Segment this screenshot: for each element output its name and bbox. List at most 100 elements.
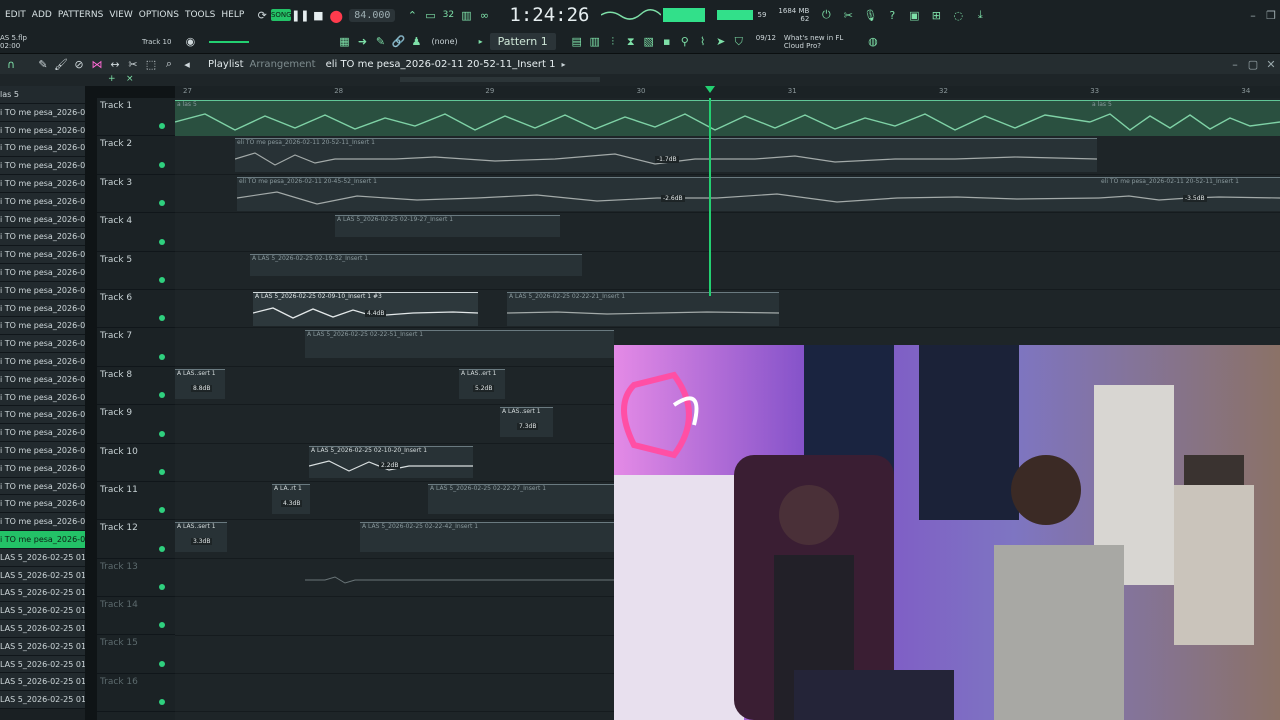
pattern-item[interactable]: i TO me pesa_2026-02-...	[0, 406, 85, 425]
tempo-display[interactable]: 84.000	[349, 8, 396, 22]
paint-tool-icon[interactable]: 🖌	[52, 55, 70, 73]
pattern-item[interactable]: i TO me pesa_2026-02-...	[0, 299, 85, 318]
audio-clip[interactable]: eli TO me pesa_2026-02-11 20-45-52_Inser…	[237, 176, 1099, 211]
master-pitch-slider[interactable]	[209, 40, 250, 43]
countdown-icon[interactable]: 32	[439, 6, 457, 24]
pattern-item[interactable]: LAS 5_2026-02-25 01-...	[0, 602, 85, 620]
audio-clip[interactable]: A LAS..sert 1	[175, 368, 225, 399]
track-header[interactable]: Track 3	[97, 175, 175, 214]
track-mute-led[interactable]	[159, 238, 165, 245]
pattern-item[interactable]: i TO me pesa_2026-02-...	[0, 192, 85, 211]
track-header[interactable]: Track 6	[97, 290, 175, 329]
audio-clip[interactable]: a las 5	[175, 100, 1090, 136]
pattern-item[interactable]: i TO me pesa_2026-02-...	[0, 513, 85, 531]
stamp-icon[interactable]: ♟	[407, 33, 425, 51]
pattern-item[interactable]: LAS 5_2026-02-25 01-...	[0, 548, 85, 567]
mute-tool-icon[interactable]: ⋈	[88, 55, 106, 73]
link-icon[interactable]: 🔗	[389, 33, 407, 51]
help-icon[interactable]: ?	[883, 6, 901, 24]
loop-record-icon[interactable]: ▥	[457, 6, 475, 24]
pattern-item[interactable]: LAS 5_2026-02-25 01-...	[0, 566, 85, 585]
pattern-item[interactable]: las 5	[0, 86, 85, 104]
slip-tool-icon[interactable]: ↔	[106, 55, 124, 73]
timeline-ruler[interactable]: 27 28 29 30 31 32 33 34	[175, 86, 1280, 98]
pattern-item[interactable]: i TO me pesa_2026-02-...	[0, 441, 85, 460]
arrow-right-icon[interactable]: ▸	[472, 33, 490, 51]
track-header[interactable]: Track 16	[97, 674, 175, 713]
plugin-picker-icon[interactable]: ▪	[658, 33, 676, 51]
audio-clip[interactable]: A LAS 5_2026-02-25 02-22-21_Insert 1	[507, 292, 779, 326]
magnet-icon[interactable]: ∩	[2, 55, 20, 73]
menu-view[interactable]: VIEW	[108, 10, 133, 20]
track-mute-led[interactable]	[159, 468, 165, 475]
wait-input-icon[interactable]: ▭	[421, 6, 439, 24]
audio-clip[interactable]: A LAS 5_2026-02-25 02-19-32_Insert 1	[250, 253, 582, 276]
track-header[interactable]: Track 2	[97, 136, 175, 175]
pencil-icon[interactable]: ✎	[371, 33, 389, 51]
browser-icon[interactable]: ▧	[640, 33, 658, 51]
pattern-item[interactable]: i TO me pesa_2026-02-...	[0, 210, 85, 229]
add-track-icon[interactable]: +	[108, 74, 116, 84]
mic-icon[interactable]: 🎙	[861, 6, 879, 24]
piano-icon[interactable]: ▦	[335, 33, 353, 51]
arrow-icon[interactable]: ➤	[712, 33, 730, 51]
pattern-item[interactable]: LAS 5_2026-02-25 01-...	[0, 619, 85, 638]
playhead-line[interactable]	[709, 98, 711, 296]
pattern-item[interactable]: i TO me pesa_2026-02-...	[0, 424, 85, 442]
pause-button[interactable]: ❚❚	[291, 6, 309, 24]
pattern-item[interactable]: LAS 5_2026-02-25 01-...	[0, 691, 85, 709]
minimize-icon[interactable]: –	[1244, 6, 1262, 24]
pattern-selector[interactable]: Pattern 1	[489, 33, 556, 50]
menu-options[interactable]: OPTIONS	[138, 10, 180, 20]
audio-clip[interactable]: eli TO me pesa_2026-02-11 20-52-11_Inser…	[1099, 176, 1280, 211]
pattern-item[interactable]: i TO me pesa_2026-02-...	[0, 157, 85, 175]
pin-icon[interactable]: ⚲	[676, 33, 694, 51]
track-mute-led[interactable]	[159, 392, 165, 399]
audio-clip[interactable]: A LAS..sert 1	[500, 407, 553, 438]
slice-tool-icon[interactable]: ✂	[124, 55, 142, 73]
zoom-tool-icon[interactable]: ⌕	[160, 55, 178, 73]
metronome-icon[interactable]: ⌃	[403, 6, 421, 24]
track-mute-led[interactable]	[159, 315, 165, 322]
track-header[interactable]: Track 15	[97, 635, 175, 674]
menu-tools[interactable]: TOOLS	[184, 10, 216, 20]
overview-scroll[interactable]	[400, 77, 600, 82]
channel-rack-icon[interactable]: ▥	[586, 33, 604, 51]
pattern-item[interactable]: LAS 5_2026-02-25 01-...	[0, 637, 85, 656]
pattern-item[interactable]: i TO me pesa_2026-02-...	[0, 530, 85, 549]
pattern-item[interactable]: i TO me pesa_2026-02-...	[0, 139, 85, 158]
pattern-item[interactable]: i TO me pesa_2026-02-...	[0, 459, 85, 478]
menu-help[interactable]: HELP	[220, 10, 245, 20]
track-mute-led[interactable]	[159, 161, 165, 168]
track-mute-led[interactable]	[159, 276, 165, 283]
mixer-sliders-icon[interactable]: ⧗	[622, 33, 640, 51]
news-text[interactable]: What's new in FL Cloud Pro?	[784, 34, 844, 50]
pattern-item[interactable]: i TO me pesa_2026-02-...	[0, 370, 85, 389]
track-header[interactable]: Track 9	[97, 405, 175, 444]
track-mute-led[interactable]	[159, 622, 165, 629]
track-mute-led[interactable]	[159, 699, 165, 706]
master-volume-knob[interactable]: ◉	[181, 33, 199, 51]
track-mute-led[interactable]	[159, 430, 165, 437]
pattern-item[interactable]: LAS 5_2026-02-25 01-...	[0, 655, 85, 674]
pattern-item[interactable]: i TO me pesa_2026-02-...	[0, 263, 85, 282]
track-header[interactable]: Track 5	[97, 252, 175, 290]
pattern-item[interactable]: i TO me pesa_2026-02-...	[0, 174, 85, 193]
playlist-close-icon[interactable]: ✕	[1262, 55, 1280, 73]
track-mute-led[interactable]	[159, 123, 165, 130]
pattern-item[interactable]: i TO me pesa_2026-02-...	[0, 317, 85, 336]
playhead-marker[interactable]	[705, 86, 715, 93]
download-icon[interactable]: ⤓	[971, 6, 989, 24]
close-track-icon[interactable]: ×	[126, 74, 134, 84]
track-header[interactable]: Track 11	[97, 482, 175, 521]
song-position-clock[interactable]: 1:24:26	[509, 4, 589, 26]
pattern-item[interactable]: i TO me pesa_2026-02-...	[0, 352, 85, 371]
fl-cloud-icon[interactable]: ◍	[864, 33, 882, 51]
pattern-item[interactable]: LAS 5_2026-02-25 01-...	[0, 673, 85, 692]
track-mute-led[interactable]	[159, 353, 165, 360]
pattern-item[interactable]: i TO me pesa_2026-02-...	[0, 228, 85, 247]
track-header[interactable]: Track 13	[97, 559, 175, 598]
song-mode-button[interactable]: SONG	[271, 9, 292, 21]
menu-edit[interactable]: EDIT	[4, 10, 27, 20]
pattern-item[interactable]: i TO me pesa_2026-02-...	[0, 335, 85, 353]
